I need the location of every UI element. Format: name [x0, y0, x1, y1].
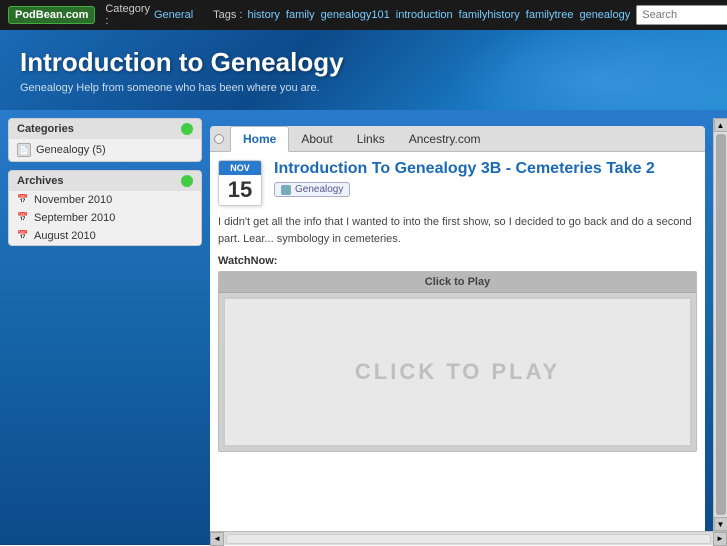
- categories-header: Categories: [9, 119, 201, 139]
- tag-family[interactable]: family: [286, 9, 315, 21]
- main-layout: Categories 📄 Genealogy (5) Archives 📅 No…: [0, 110, 727, 545]
- tag-genealogy101[interactable]: genealogy101: [321, 9, 390, 21]
- calendar-icon-sep: 📅: [17, 212, 29, 224]
- podbean-logo[interactable]: PodBean.com: [8, 6, 95, 24]
- scroll-up-button[interactable]: ▲: [714, 118, 727, 132]
- archive-sep-label: September 2010: [34, 212, 115, 224]
- categories-dot: [181, 123, 193, 135]
- post-category-badge[interactable]: Genealogy: [274, 182, 350, 197]
- archives-label: Archives: [17, 175, 63, 187]
- archive-nov-2010[interactable]: 📅 November 2010: [9, 191, 201, 209]
- archive-nov-label: November 2010: [34, 194, 112, 206]
- sidebar-item-genealogy[interactable]: 📄 Genealogy (5): [9, 139, 201, 161]
- nav-radio: [214, 134, 224, 144]
- genealogy-icon: 📄: [17, 143, 31, 157]
- calendar-icon-aug: 📅: [17, 230, 29, 242]
- search-input[interactable]: [636, 5, 727, 25]
- content-area: Home About Links Ancestry.com Nov 15 Int…: [210, 126, 705, 531]
- player-bar[interactable]: Click to Play: [219, 272, 696, 293]
- nav-tabs: Home About Links Ancestry.com: [210, 126, 705, 152]
- watch-now-label: WatchNow:: [218, 255, 697, 267]
- tags-section: Tags : history family genealogy101 intro…: [213, 9, 636, 21]
- category-value[interactable]: General: [154, 9, 193, 21]
- player-screen[interactable]: CLICK TO PLAY: [223, 297, 692, 447]
- category-icon: [281, 185, 291, 195]
- sidebar: Categories 📄 Genealogy (5) Archives 📅 No…: [0, 110, 210, 545]
- tags-label: Tags :: [213, 9, 242, 21]
- tab-about[interactable]: About: [289, 127, 344, 151]
- scroll-thumb[interactable]: [716, 134, 726, 515]
- genealogy-label: Genealogy (5): [36, 144, 106, 156]
- player-container: Click to Play CLICK TO PLAY: [218, 271, 697, 452]
- date-badge: Nov 15: [218, 160, 262, 206]
- archive-aug-2010[interactable]: 📅 August 2010: [9, 227, 201, 245]
- tab-home[interactable]: Home: [230, 126, 289, 152]
- calendar-icon-nov: 📅: [17, 194, 29, 206]
- top-bar: PodBean.com Category : General Tags : hi…: [0, 0, 727, 30]
- post-excerpt: I didn't get all the info that I wanted …: [218, 214, 697, 247]
- date-month: Nov: [219, 161, 261, 175]
- tag-history[interactable]: history: [248, 9, 280, 21]
- archive-aug-label: August 2010: [34, 230, 96, 242]
- archives-section: Archives 📅 November 2010 📅 September 201…: [8, 170, 202, 246]
- tag-familyhistory[interactable]: familyhistory: [459, 9, 520, 21]
- archives-dot: [181, 175, 193, 187]
- scrollbar-right: ▲ ▼: [713, 118, 727, 531]
- scroll-left-button[interactable]: ◄: [210, 532, 224, 546]
- hero-banner: Introduction to Genealogy Genealogy Help…: [0, 30, 727, 110]
- search-area: 🔍: [636, 5, 727, 25]
- categories-label: Categories: [17, 123, 74, 135]
- scroll-track-horizontal[interactable]: [226, 534, 711, 544]
- tab-ancestry[interactable]: Ancestry.com: [397, 127, 493, 151]
- hero-title: Introduction to Genealogy: [20, 47, 707, 78]
- hero-subtitle: Genealogy Help from someone who has been…: [20, 82, 707, 94]
- bottom-scrollbar: ◄ ►: [210, 531, 727, 545]
- tag-genealogy[interactable]: genealogy: [579, 9, 630, 21]
- scroll-right-button[interactable]: ►: [713, 532, 727, 546]
- tag-introduction[interactable]: introduction: [396, 9, 453, 21]
- post-title[interactable]: Introduction To Genealogy 3B - Cemeterie…: [274, 160, 697, 178]
- scroll-down-button[interactable]: ▼: [714, 517, 727, 531]
- category-label: Category :: [105, 3, 150, 27]
- tag-familytree[interactable]: familytree: [526, 9, 574, 21]
- post-category-label: Genealogy: [295, 184, 343, 195]
- post-header: Nov 15 Introduction To Genealogy 3B - Ce…: [218, 160, 697, 206]
- archive-sep-2010[interactable]: 📅 September 2010: [9, 209, 201, 227]
- player-overlay-text: CLICK TO PLAY: [355, 359, 560, 385]
- date-day: 15: [219, 175, 261, 205]
- archives-header: Archives: [9, 171, 201, 191]
- tab-links[interactable]: Links: [345, 127, 397, 151]
- post-area: Nov 15 Introduction To Genealogy 3B - Ce…: [210, 152, 705, 531]
- post-title-section: Introduction To Genealogy 3B - Cemeterie…: [274, 160, 697, 198]
- categories-section: Categories 📄 Genealogy (5): [8, 118, 202, 162]
